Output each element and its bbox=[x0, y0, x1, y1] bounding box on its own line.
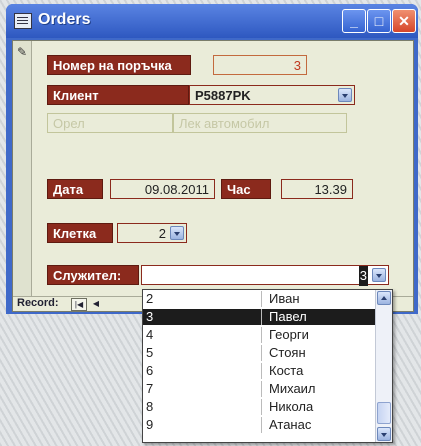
first-record-button[interactable]: |◀ bbox=[71, 298, 87, 311]
column-divider bbox=[261, 291, 262, 307]
column-divider bbox=[261, 309, 262, 325]
column-divider bbox=[261, 327, 262, 343]
employee-name: Никола bbox=[269, 399, 314, 414]
list-item[interactable]: 7 Михаил bbox=[143, 381, 375, 397]
employee-name: Михаил bbox=[269, 381, 316, 396]
employee-name: Стоян bbox=[269, 345, 306, 360]
employee-name: Иван bbox=[269, 291, 300, 306]
list-item[interactable]: 9 Атанас bbox=[143, 417, 375, 433]
list-item[interactable]: 3 Павел bbox=[143, 309, 375, 325]
chevron-down-icon[interactable] bbox=[372, 268, 386, 282]
order-form: ✎ Номер на поръчка 3 Клиент P5887PK Орел… bbox=[12, 40, 414, 312]
pencil-icon: ✎ bbox=[17, 45, 28, 59]
employee-name: Георги bbox=[269, 327, 309, 342]
chevron-down-icon[interactable] bbox=[338, 88, 352, 102]
list-item[interactable]: 8 Никола bbox=[143, 399, 375, 415]
form-icon bbox=[14, 13, 32, 29]
employee-dropdown-list: 2 Иван 3 Павел 4 Георги 5 Стоян 6 Коста 7 Михаил 8 Ни… bbox=[142, 289, 393, 443]
previous-record-icon: ◀ bbox=[92, 299, 100, 308]
employee-name: Атанас bbox=[269, 417, 312, 432]
close-icon: ✕ bbox=[398, 13, 410, 29]
employee-value: 3 bbox=[358, 266, 368, 286]
client-combo[interactable]: P5887PK bbox=[189, 85, 355, 105]
time-label: Час bbox=[221, 179, 271, 199]
client-vehicle-field: Лек автомобил bbox=[173, 113, 347, 133]
scroll-up-button[interactable] bbox=[377, 291, 391, 305]
date-label: Дата bbox=[47, 179, 103, 199]
employee-combo[interactable]: 3 bbox=[141, 265, 389, 286]
column-divider bbox=[261, 417, 262, 433]
time-field[interactable]: 13.39 bbox=[281, 179, 353, 199]
employee-id: 2 bbox=[146, 291, 154, 306]
column-divider bbox=[261, 345, 262, 361]
minimize-icon: _ bbox=[350, 13, 358, 29]
first-record-icon: |◀ bbox=[74, 300, 84, 309]
scroll-thumb[interactable] bbox=[377, 402, 391, 424]
list-scrollbar[interactable] bbox=[375, 290, 392, 442]
column-divider bbox=[261, 399, 262, 415]
cage-label: Клетка bbox=[47, 223, 113, 243]
maximize-icon: □ bbox=[374, 13, 384, 29]
employee-id: 5 bbox=[146, 345, 154, 360]
maximize-button[interactable]: □ bbox=[367, 9, 391, 33]
chevron-down-icon[interactable] bbox=[170, 226, 184, 240]
orders-window: Orders _ □ ✕ ✎ Номер на поръчка 3 Клиент… bbox=[6, 4, 418, 314]
previous-record-button[interactable]: ◀ bbox=[89, 298, 103, 309]
record-label: Record: bbox=[17, 297, 59, 309]
order-number-field[interactable]: 3 bbox=[213, 55, 307, 75]
close-button[interactable]: ✕ bbox=[392, 9, 416, 33]
client-city-field: Орел bbox=[47, 113, 173, 133]
list-item[interactable]: 2 Иван bbox=[143, 291, 375, 307]
record-selector[interactable]: ✎ bbox=[13, 41, 32, 297]
employee-id: 8 bbox=[146, 399, 154, 414]
client-value: P5887PK bbox=[195, 88, 251, 103]
cage-combo[interactable]: 2 bbox=[117, 223, 187, 243]
employee-label: Служител: bbox=[47, 265, 139, 285]
order-number-label: Номер на поръчка bbox=[47, 55, 191, 75]
employee-id: 6 bbox=[146, 363, 154, 378]
employee-id: 7 bbox=[146, 381, 154, 396]
list-item[interactable]: 5 Стоян bbox=[143, 345, 375, 361]
employee-id: 3 bbox=[146, 309, 154, 324]
window-title: Orders bbox=[38, 11, 91, 28]
list-item[interactable]: 4 Георги bbox=[143, 327, 375, 343]
employee-name: Коста bbox=[269, 363, 304, 378]
cage-value: 2 bbox=[158, 226, 166, 241]
list-item[interactable]: 6 Коста bbox=[143, 363, 375, 379]
column-divider bbox=[261, 381, 262, 397]
employee-id: 9 bbox=[146, 417, 154, 432]
employee-name: Павел bbox=[269, 309, 307, 324]
title-bar[interactable]: Orders _ □ ✕ bbox=[6, 4, 418, 38]
minimize-button[interactable]: _ bbox=[342, 9, 366, 33]
column-divider bbox=[261, 363, 262, 379]
scroll-down-button[interactable] bbox=[377, 427, 391, 441]
date-field[interactable]: 09.08.2011 bbox=[110, 179, 215, 199]
employee-id: 4 bbox=[146, 327, 154, 342]
client-label: Клиент bbox=[47, 85, 189, 105]
